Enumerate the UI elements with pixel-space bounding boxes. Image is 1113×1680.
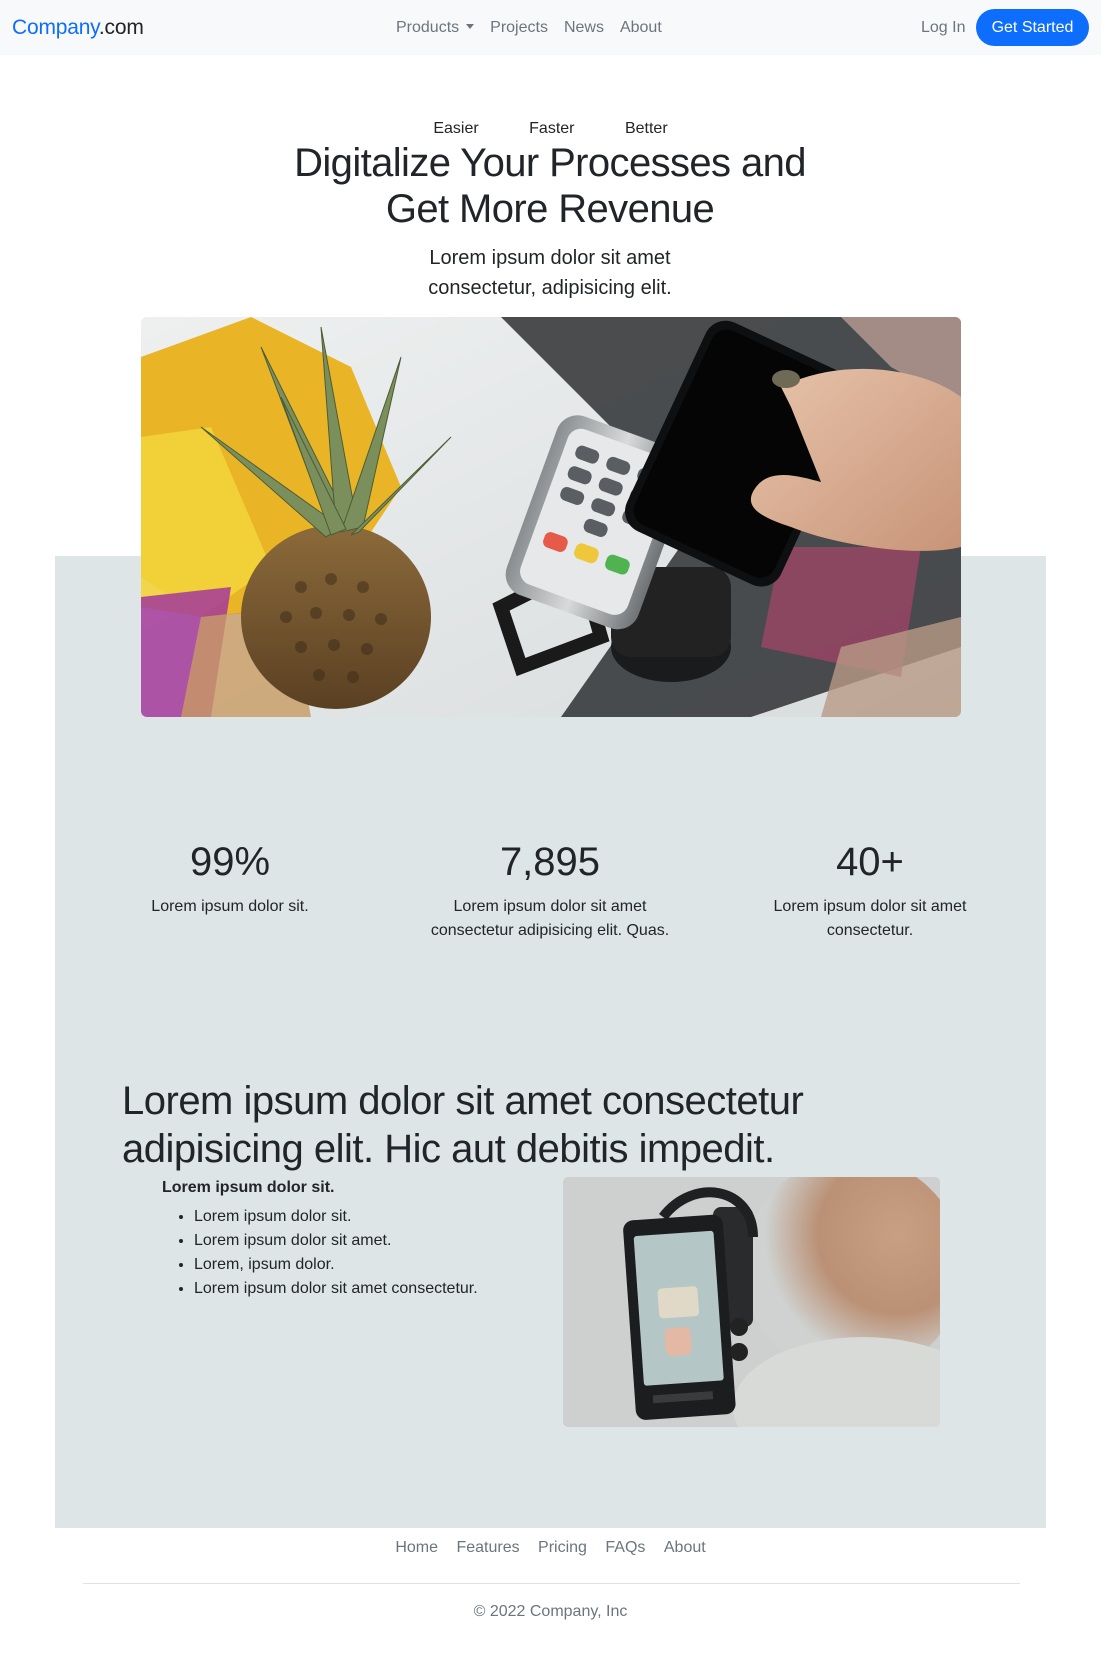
list-item: Lorem, ipsum dolor. (194, 1253, 478, 1277)
list-item: Lorem ipsum dolor sit. (194, 1205, 478, 1229)
brand-domain: .com (98, 16, 144, 39)
stat-description: Lorem ipsum dolor sit amet consectetur a… (430, 898, 670, 939)
stat-description: Lorem ipsum dolor sit amet consectetur. (773, 898, 967, 939)
stat-3: 40+ Lorem ipsum dolor sit amet consectet… (760, 838, 980, 943)
stat-value: 40+ (836, 840, 904, 884)
footer-divider (83, 1583, 1020, 1584)
nav-links: Products Projects News About (396, 18, 678, 38)
stat-value: 7,895 (499, 840, 601, 884)
hero-image-payment-terminal (141, 317, 961, 717)
footer-link-pricing[interactable]: Pricing (538, 1537, 587, 1559)
stat-value: 99% (189, 840, 271, 884)
tagline-easier: Easier (433, 120, 479, 137)
chevron-down-icon (466, 24, 475, 29)
feature-title: Lorem ipsum dolor sit amet consectetur a… (122, 1079, 804, 1171)
footer-links: Home Features Pricing FAQs About (0, 1537, 1101, 1559)
brand-logo-link[interactable]: Company.com (12, 16, 144, 40)
stat-1: 99% Lorem ipsum dolor sit. (130, 838, 330, 919)
tagline-faster: Faster (529, 120, 575, 137)
tagline-better: Better (624, 120, 668, 137)
nav-link-projects[interactable]: Projects (490, 18, 548, 38)
footer-link-home[interactable]: Home (395, 1537, 438, 1559)
nav-link-products[interactable]: Products (396, 18, 475, 38)
hero-title: Digitalize Your Processes and Get More R… (294, 141, 806, 231)
nav-link-products-label: Products (396, 19, 460, 36)
hero-taglines: Easier Faster Better (0, 119, 1101, 139)
brand-name: Company (12, 16, 99, 39)
list-item: Lorem ipsum dolor sit amet. (194, 1229, 478, 1253)
footer-link-about[interactable]: About (664, 1537, 706, 1559)
footer-link-faqs[interactable]: FAQs (605, 1537, 645, 1559)
login-link[interactable]: Log In (921, 18, 965, 38)
feature-list-title: Lorem ipsum dolor sit. (162, 1179, 335, 1196)
stat-2: 7,895 Lorem ipsum dolor sit amet consect… (412, 838, 688, 943)
copyright: © 2022 Company, Inc (473, 1603, 628, 1620)
stat-description: Lorem ipsum dolor sit. (151, 898, 309, 915)
footer-link-features[interactable]: Features (456, 1537, 519, 1559)
feature-image-camera-monitor (563, 1177, 940, 1427)
get-started-button[interactable]: Get Started (976, 9, 1089, 46)
nav-link-about[interactable]: About (620, 18, 662, 38)
feature-list: Lorem ipsum dolor sit. Lorem ipsum dolor… (194, 1205, 478, 1301)
nav-link-news[interactable]: News (564, 18, 604, 38)
list-item: Lorem ipsum dolor sit amet consectetur. (194, 1277, 478, 1301)
navbar: Company.com Products Projects News About… (0, 0, 1101, 55)
hero-subtitle: Lorem ipsum dolor sit amet consectetur, … (428, 247, 672, 299)
